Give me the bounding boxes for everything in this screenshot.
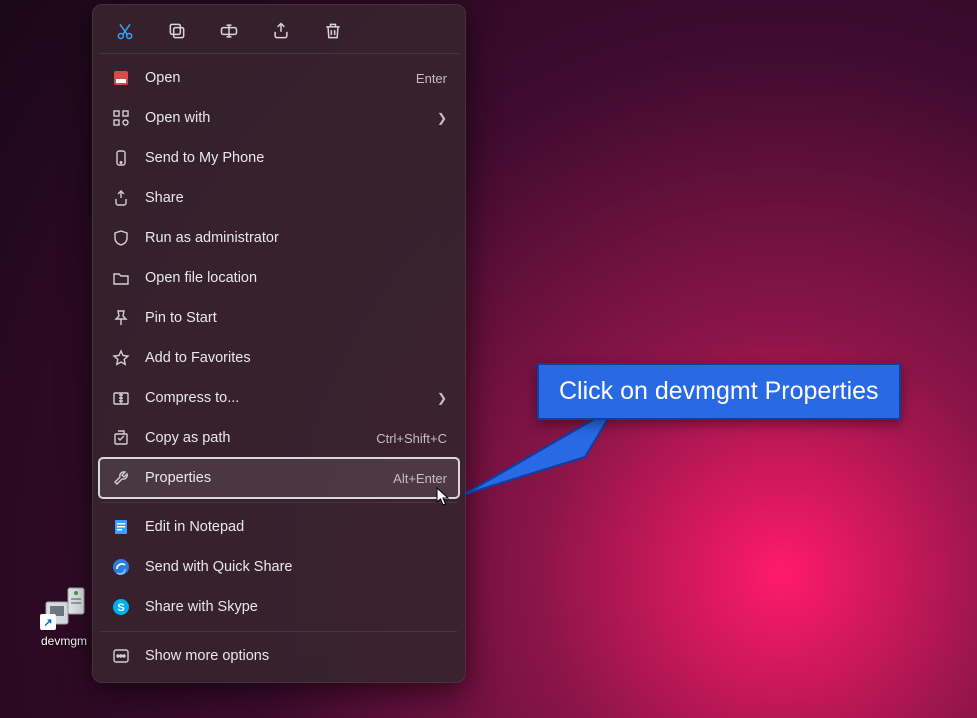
menu-item-open-location[interactable]: Open file location [99, 258, 459, 298]
menu-item-favorites[interactable]: Add to Favorites [99, 338, 459, 378]
menu-item-copy-path[interactable]: Copy as path Ctrl+Shift+C [99, 418, 459, 458]
shield-icon [111, 228, 131, 248]
menu-label: Share with Skype [145, 599, 447, 615]
chevron-right-icon: ❯ [437, 391, 447, 405]
menu-label: Run as administrator [145, 230, 447, 246]
menu-label: Compress to... [145, 390, 429, 406]
delete-button[interactable] [321, 19, 345, 43]
chevron-right-icon: ❯ [437, 111, 447, 125]
menu-accelerator: Alt+Enter [393, 471, 447, 486]
copy-path-icon [111, 428, 131, 448]
menu-label: Open [145, 70, 416, 86]
share-icon [111, 188, 131, 208]
more-options-icon [111, 646, 131, 666]
menu-item-run-admin[interactable]: Run as administrator [99, 218, 459, 258]
callout-text: Click on devmgmt Properties [559, 377, 879, 405]
phone-icon [111, 148, 131, 168]
desktop-shortcut-devmgmt[interactable]: ↗ devmgm [30, 582, 98, 648]
pin-icon [111, 308, 131, 328]
menu-label: Open with [145, 110, 429, 126]
menu-item-send-phone[interactable]: Send to My Phone [99, 138, 459, 178]
menu-accelerator: Enter [416, 71, 447, 86]
copy-button[interactable] [165, 19, 189, 43]
menu-label: Share [145, 190, 447, 206]
rename-button[interactable] [217, 19, 241, 43]
menu-label: Copy as path [145, 430, 376, 446]
menu-accelerator: Ctrl+Shift+C [376, 431, 447, 446]
menu-item-more-options[interactable]: Show more options [99, 636, 459, 676]
share-button[interactable] [269, 19, 293, 43]
quick-action-row [99, 11, 459, 54]
star-icon [111, 348, 131, 368]
folder-icon [111, 268, 131, 288]
menu-label: Edit in Notepad [145, 519, 447, 535]
menu-label: Pin to Start [145, 310, 447, 326]
menu-label: Show more options [145, 648, 447, 664]
menu-divider [101, 631, 457, 632]
open-icon [111, 68, 131, 88]
menu-item-properties[interactable]: Properties Alt+Enter [99, 458, 459, 498]
archive-icon [111, 388, 131, 408]
menu-label: Send with Quick Share [145, 559, 447, 575]
menu-label: Add to Favorites [145, 350, 447, 366]
open-with-icon [111, 108, 131, 128]
svg-text:S: S [117, 602, 124, 614]
menu-item-edit-notepad[interactable]: Edit in Notepad [99, 507, 459, 547]
menu-label: Send to My Phone [145, 150, 447, 166]
menu-item-open-with[interactable]: Open with ❯ [99, 98, 459, 138]
menu-item-share[interactable]: Share [99, 178, 459, 218]
skype-icon: S [111, 597, 131, 617]
menu-item-open[interactable]: Open Enter [99, 58, 459, 98]
instruction-callout: Click on devmgmt Properties [537, 363, 901, 420]
notepad-icon [111, 517, 131, 537]
desktop-shortcut-label: devmgm [41, 634, 87, 648]
context-menu: Open Enter Open with ❯ Send to My Phone … [92, 4, 466, 683]
devmgmt-icon: ↗ [40, 582, 88, 630]
quick-share-icon [111, 557, 131, 577]
cut-button[interactable] [113, 19, 137, 43]
menu-item-quick-share[interactable]: Send with Quick Share [99, 547, 459, 587]
wrench-icon [111, 468, 131, 488]
menu-label: Properties [145, 470, 393, 486]
menu-item-pin-start[interactable]: Pin to Start [99, 298, 459, 338]
menu-item-compress[interactable]: Compress to... ❯ [99, 378, 459, 418]
menu-item-skype[interactable]: S Share with Skype [99, 587, 459, 627]
menu-label: Open file location [145, 270, 447, 286]
shortcut-overlay-icon: ↗ [40, 614, 56, 630]
menu-divider [101, 502, 457, 503]
